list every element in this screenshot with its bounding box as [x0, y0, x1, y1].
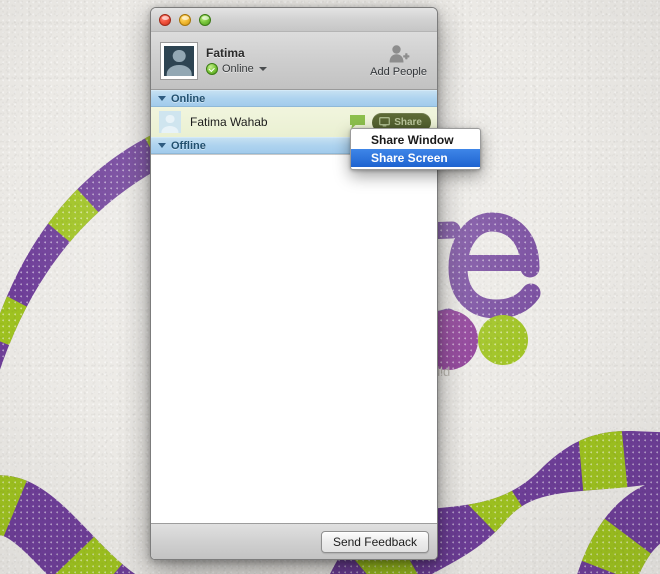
chat-app-window: Fatima Online Add People Online Fatima W…	[150, 7, 438, 560]
user-avatar[interactable]	[161, 42, 197, 79]
add-people-label: Add People	[370, 65, 427, 78]
contact-name: Fatima Wahab	[190, 115, 268, 129]
window-bottom-bar: Send Feedback	[151, 523, 437, 559]
window-titlebar[interactable]	[151, 8, 437, 32]
add-people-button[interactable]: Add People	[368, 44, 429, 78]
disclosure-triangle-down-icon	[158, 96, 166, 101]
status-selector[interactable]: Online	[206, 63, 368, 75]
disclosure-triangle-down-icon	[158, 143, 166, 148]
close-button[interactable]	[159, 13, 171, 26]
contact-avatar	[159, 111, 181, 133]
group-header-online[interactable]: Online	[151, 90, 437, 107]
online-status-icon	[206, 63, 218, 75]
menu-item-share-screen[interactable]: Share Screen	[351, 149, 480, 167]
zoom-button[interactable]	[199, 13, 211, 26]
group-title-offline: Offline	[171, 139, 206, 152]
account-name: Fatima	[206, 46, 245, 60]
minimize-button[interactable]	[179, 13, 191, 26]
group-title-online: Online	[171, 92, 206, 105]
account-info: Fatima Online	[206, 46, 368, 75]
chevron-down-icon	[258, 67, 267, 71]
share-button-label: Share	[394, 116, 422, 128]
window-controls	[159, 13, 211, 26]
worm-right	[577, 479, 660, 574]
worm-bottom-left	[0, 475, 136, 574]
menu-item-share-window[interactable]: Share Window	[351, 131, 480, 149]
person-add-icon	[389, 44, 409, 62]
monitor-icon	[379, 117, 391, 127]
share-dropdown-menu: Share Window Share Screen	[350, 128, 481, 170]
send-feedback-button[interactable]: Send Feedback	[320, 530, 429, 553]
wallpaper-dot-green	[478, 315, 528, 365]
account-header: Fatima Online Add People	[151, 32, 437, 90]
contact-list-body[interactable]	[151, 154, 437, 523]
status-label: Online	[222, 63, 254, 75]
